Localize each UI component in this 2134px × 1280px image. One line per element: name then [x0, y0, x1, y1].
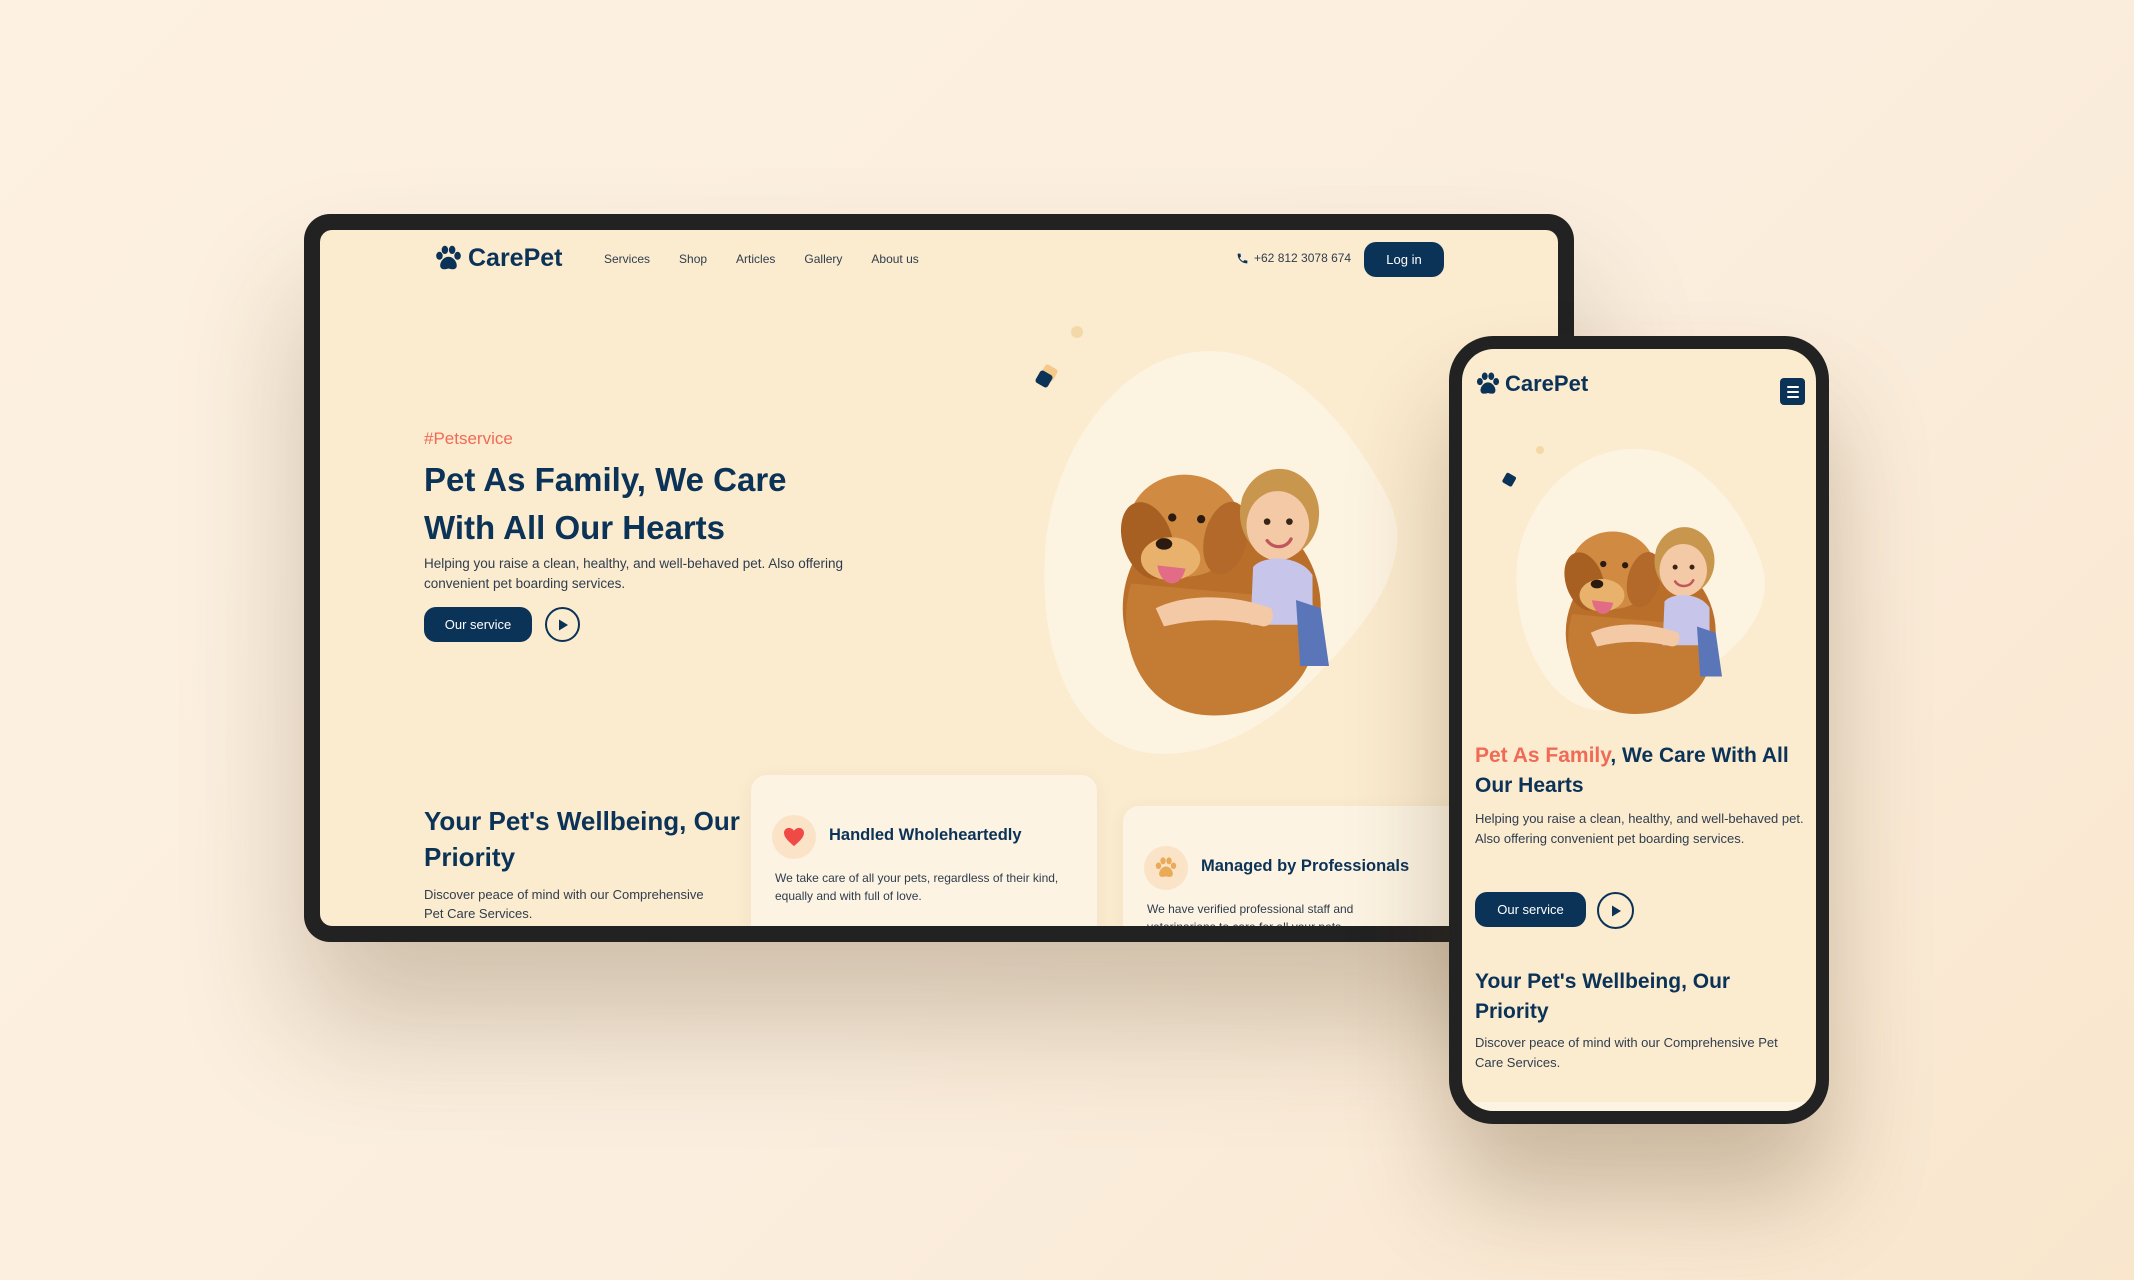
wellbeing-subtitle: Discover peace of mind with our Comprehe… — [424, 887, 704, 921]
phone-icon — [1237, 253, 1248, 263]
play-video-button-mobile[interactable] — [1597, 892, 1634, 929]
feature-text: We have verified professional staff and … — [1147, 902, 1354, 926]
hero-description: Helping you raise a clean, healthy, and … — [424, 556, 844, 591]
nav-item-articles[interactable]: Articles — [736, 252, 775, 266]
dog-and-girl-photo — [1557, 527, 1722, 714]
feature-card-professionals: Managed by Professionals We have verifie… — [1123, 806, 1463, 926]
decor-dot — [1536, 446, 1544, 454]
heart-icon — [784, 827, 804, 847]
desktop-screen: CarePet Services Shop Articles Gallery A… — [320, 230, 1558, 926]
feature-title: Handled Wholeheartedly — [829, 826, 1022, 844]
decor-diamond-navy — [1502, 472, 1516, 487]
play-icon — [558, 619, 568, 630]
paw-icon — [1154, 856, 1178, 880]
brand-name: CarePet — [468, 244, 563, 272]
nav-item-gallery[interactable]: Gallery — [804, 252, 842, 266]
paw-logo-icon — [1475, 371, 1501, 397]
nav-item-about-us[interactable]: About us — [871, 252, 918, 266]
menu-line — [1786, 390, 1799, 393]
paw-logo-icon — [434, 244, 463, 273]
our-service-button-mobile[interactable]: Our service — [1475, 892, 1586, 927]
wellbeing-subtitle-mobile: Discover peace of mind with our Comprehe… — [1475, 1035, 1778, 1070]
login-button[interactable]: Log in — [1364, 242, 1444, 277]
phone-contact[interactable]: +62 812 3078 674 — [1236, 251, 1351, 265]
hero-description-mobile: Helping you raise a clean, healthy, and … — [1475, 811, 1804, 846]
phone-number: +62 812 3078 674 — [1254, 251, 1352, 265]
menu-line — [1786, 395, 1799, 398]
nav-item-shop[interactable]: Shop — [679, 252, 707, 266]
brand-name: CarePet — [1505, 371, 1589, 396]
feature-text: We take care of all your pets, regardles… — [775, 871, 1059, 903]
next-section-edge — [1462, 1102, 1816, 1111]
our-service-button[interactable]: Our service — [424, 607, 532, 642]
tablet-mockup: CarePet Services Shop Articles Gallery A… — [304, 214, 1574, 942]
decor-dot — [1071, 326, 1083, 338]
paw-icon-badge — [1144, 846, 1188, 890]
mobile-screen: CarePet Pet As Family, We Care With All … — [1462, 349, 1816, 1111]
hero-title: Pet As Family, We Care With All Our Hear… — [424, 461, 787, 546]
hero-image — [1035, 326, 1398, 754]
nav-item-services[interactable]: Services — [604, 252, 650, 266]
play-video-button[interactable] — [545, 607, 580, 642]
hero-title-accent: Pet As Family — [1475, 744, 1611, 767]
main-nav: Services Shop Articles Gallery About us — [604, 252, 919, 266]
heart-icon-badge — [772, 815, 816, 859]
dog-and-girl-photo — [1112, 469, 1329, 716]
brand-logo-mobile[interactable]: CarePet — [1475, 371, 1588, 397]
phone-mockup: CarePet Pet As Family, We Care With All … — [1449, 336, 1829, 1124]
hero-image-mobile — [1502, 446, 1765, 734]
wellbeing-title: Your Pet's Wellbeing, Our Priority — [424, 806, 740, 872]
hero-title-mobile: Pet As Family, We Care With All Our Hear… — [1475, 741, 1805, 801]
brand-logo[interactable]: CarePet — [434, 244, 563, 273]
hero-hashtag: #Petservice — [424, 429, 513, 448]
play-icon — [1611, 905, 1621, 916]
menu-line — [1786, 385, 1799, 388]
wellbeing-title-mobile: Your Pet's Wellbeing, Our Priority — [1475, 970, 1731, 1023]
feature-card-handled: Handled Wholeheartedly We take care of a… — [751, 775, 1097, 926]
feature-title: Managed by Professionals — [1201, 857, 1410, 875]
hamburger-menu-button[interactable] — [1780, 378, 1805, 405]
